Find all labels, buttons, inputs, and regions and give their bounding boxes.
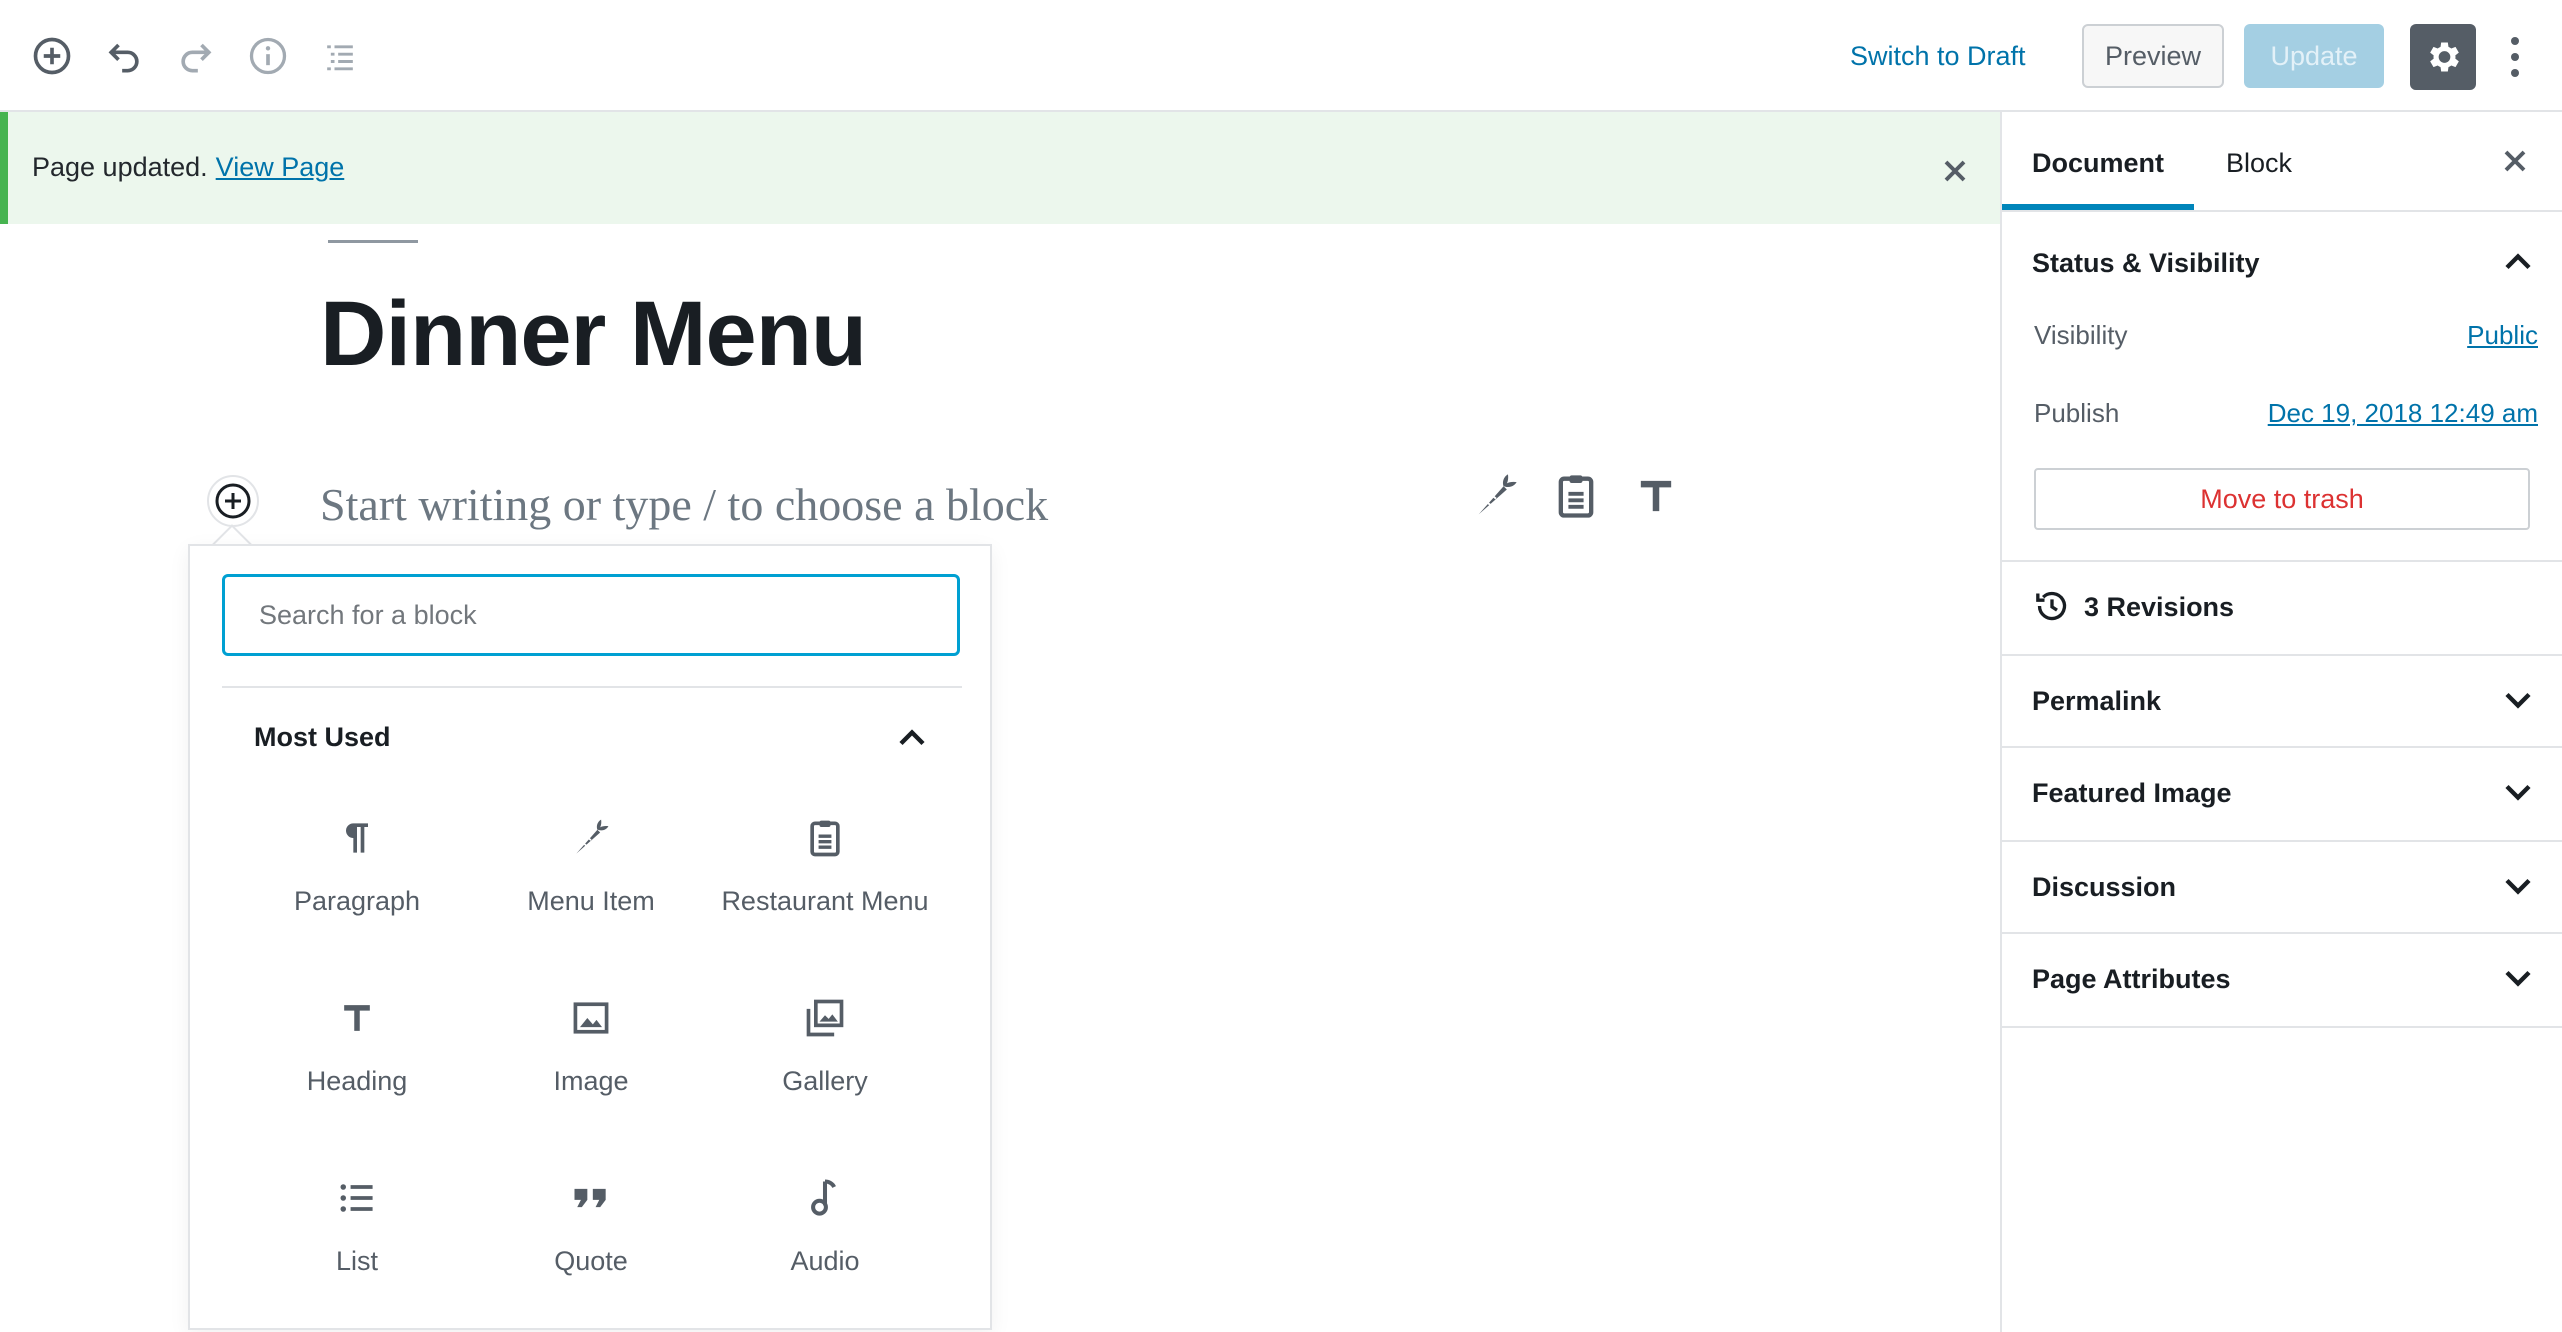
info-icon[interactable]: [246, 34, 290, 78]
discussion-panel[interactable]: Discussion: [2002, 842, 2562, 934]
block-quote[interactable]: Quote: [476, 1176, 706, 1326]
update-button[interactable]: Update: [2244, 24, 2384, 88]
redo-icon[interactable]: [174, 34, 218, 78]
post-title[interactable]: Dinner Menu: [320, 282, 867, 387]
heading-icon[interactable]: [1630, 470, 1682, 522]
chevron-down-icon[interactable]: [2496, 864, 2540, 908]
more-menu-button[interactable]: [2498, 30, 2532, 84]
inline-inserter-icon[interactable]: [206, 474, 260, 528]
block-label: Quote: [554, 1246, 628, 1276]
settings-button[interactable]: [2410, 24, 2476, 90]
gear-icon: [2430, 42, 2459, 72]
block-label: Paragraph: [293, 886, 421, 916]
block-label: Restaurant Menu: [721, 886, 929, 916]
block-label: Gallery: [782, 1066, 868, 1096]
block-label: Audio: [790, 1246, 860, 1276]
block-navigation-icon[interactable]: [318, 34, 362, 78]
featured-image-title[interactable]: Featured Image: [2032, 778, 2232, 809]
discussion-title[interactable]: Discussion: [2032, 872, 2176, 903]
notice-text: Page updated. View Page: [32, 152, 344, 183]
block-inserter-popover: Most Used Paragraph Menu Item Restaurant…: [188, 544, 992, 1330]
clipboard-icon[interactable]: [1550, 470, 1602, 522]
clipboard-icon: [803, 816, 847, 860]
notice-message: Page updated.: [32, 152, 208, 182]
settings-sidebar: Document Block Status & Visibility Visib…: [2000, 112, 2562, 1332]
status-visibility-panel: Status & Visibility Visibility Public Pu…: [2002, 212, 2562, 562]
sidebar-tabs: Document Block: [2002, 112, 2562, 212]
most-used-panel-title[interactable]: Most Used: [254, 722, 391, 753]
chevron-down-icon[interactable]: [2496, 678, 2540, 722]
block-heading[interactable]: Heading: [242, 996, 472, 1146]
view-page-link[interactable]: View Page: [216, 152, 345, 182]
move-to-trash-button[interactable]: Move to trash: [2034, 468, 2530, 530]
block-audio[interactable]: Audio: [710, 1176, 940, 1326]
block-list[interactable]: List: [242, 1176, 472, 1326]
block-label: Heading: [306, 1066, 408, 1096]
block-label: Menu Item: [527, 886, 655, 916]
tab-block[interactable]: Block: [2226, 148, 2292, 179]
chevron-down-icon[interactable]: [2496, 956, 2540, 1000]
revisions-link[interactable]: 3 Revisions: [2084, 592, 2234, 623]
close-sidebar-icon[interactable]: [2500, 146, 2530, 176]
chevron-down-icon[interactable]: [2496, 770, 2540, 814]
tab-document[interactable]: Document: [2032, 148, 2164, 179]
block-label: List: [335, 1246, 379, 1276]
gallery-icon: [803, 996, 847, 1040]
image-icon: [569, 996, 613, 1040]
visibility-value[interactable]: Public: [2467, 320, 2538, 351]
inserter-divider: [222, 686, 962, 688]
publish-date[interactable]: Dec 19, 2018 12:49 am: [2268, 398, 2538, 429]
heading-icon: [335, 996, 379, 1040]
switch-to-draft-button[interactable]: Switch to Draft: [1850, 36, 2026, 76]
active-tab-indicator: [2002, 204, 2194, 210]
undo-icon[interactable]: [102, 34, 146, 78]
list-icon: [335, 1176, 379, 1220]
visibility-label: Visibility: [2034, 320, 2128, 350]
audio-icon: [803, 1176, 847, 1220]
permalink-title[interactable]: Permalink: [2032, 686, 2161, 717]
notice-bar: Page updated. View Page: [0, 112, 2000, 224]
history-icon: [2032, 586, 2072, 626]
block-gallery[interactable]: Gallery: [710, 996, 940, 1146]
block-placeholder[interactable]: Start writing or type / to choose a bloc…: [320, 478, 1048, 531]
block-restaurant-menu[interactable]: Restaurant Menu: [710, 816, 940, 966]
vertical-ellipsis-icon: [2511, 37, 2519, 77]
block-image[interactable]: Image: [476, 996, 706, 1146]
permalink-panel[interactable]: Permalink: [2002, 656, 2562, 748]
status-visibility-title[interactable]: Status & Visibility: [2032, 248, 2260, 279]
page-attributes-panel[interactable]: Page Attributes: [2002, 934, 2562, 1028]
revisions-panel[interactable]: 3 Revisions: [2002, 562, 2562, 656]
block-paragraph[interactable]: Paragraph: [242, 816, 472, 966]
block-menu-item[interactable]: Menu Item: [476, 816, 706, 966]
quote-icon: [569, 1176, 613, 1220]
paragraph-icon: [335, 816, 379, 860]
carrot-icon: [569, 816, 613, 860]
chevron-up-icon[interactable]: [2496, 240, 2540, 284]
page-attributes-title[interactable]: Page Attributes: [2032, 964, 2231, 995]
carrot-icon[interactable]: [1470, 470, 1522, 522]
chevron-up-icon[interactable]: [890, 716, 934, 760]
featured-image-panel[interactable]: Featured Image: [2002, 748, 2562, 842]
notice-close-icon[interactable]: [1940, 156, 1970, 186]
block-label: Image: [553, 1066, 629, 1096]
editor-toolbar: Switch to Draft Preview Update: [0, 0, 2562, 112]
add-block-icon[interactable]: [30, 34, 74, 78]
title-separator: [328, 240, 418, 243]
publish-label: Publish: [2034, 398, 2120, 428]
block-search-input[interactable]: [222, 574, 960, 656]
preview-button[interactable]: Preview: [2082, 24, 2224, 88]
